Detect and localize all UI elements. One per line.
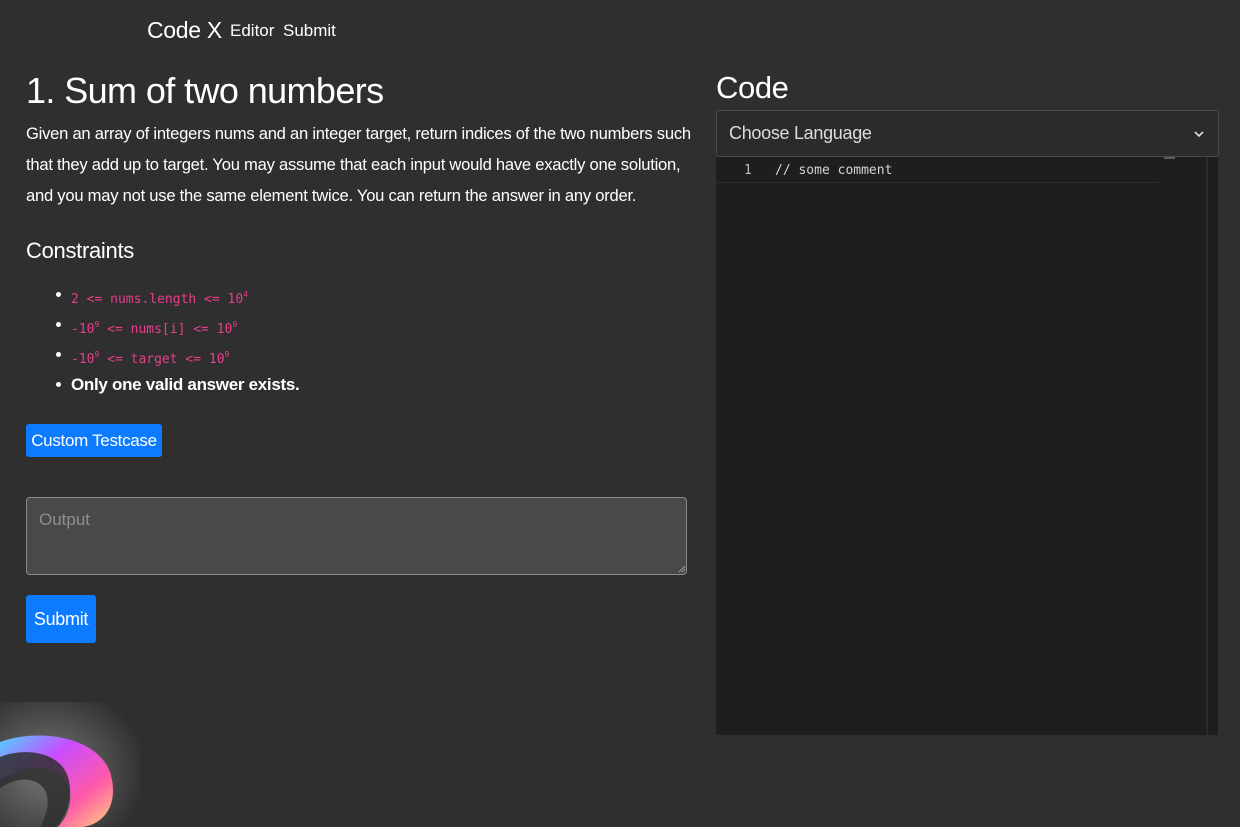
gradient-blob-icon <box>0 702 140 827</box>
code-editor[interactable]: 1 // some comment <box>716 157 1218 735</box>
constraint-item: 2 <= nums.length <= 104 <box>56 280 299 310</box>
nav-link-editor[interactable]: Editor <box>230 21 274 41</box>
constraint-exponent: 4 <box>243 290 249 299</box>
constraint-text: 2 <= nums.length <= 10 <box>71 292 244 307</box>
constraint-code: 2 <= nums.length <= 104 <box>71 290 249 307</box>
problem-description: Given an array of integers nums and an i… <box>26 124 691 205</box>
custom-testcase-button[interactable]: Custom Testcase <box>26 424 162 457</box>
constraint-text: -10 <box>71 322 95 337</box>
constraints-list: 2 <= nums.length <= 104 -10 9 <= nums[i] … <box>56 280 300 400</box>
constraint-exponent: 9 <box>232 320 238 329</box>
language-select[interactable]: Choose Language <box>716 110 1219 157</box>
submit-button[interactable]: Submit <box>26 595 96 643</box>
navbar: Code X Editor Submit <box>0 0 1240 64</box>
minimap-indicator[interactable] <box>1164 157 1175 159</box>
line-code[interactable]: // some comment <box>775 163 892 178</box>
editor-scrollbar[interactable] <box>1206 157 1208 735</box>
constraint-item: -109 <= nums[i] <= 109 <box>56 310 299 340</box>
nav-link-submit[interactable]: Submit <box>283 21 336 41</box>
constraint-exponent: 9 <box>224 350 230 359</box>
output-textarea[interactable] <box>26 497 687 575</box>
constraint-note: Only one valid answer exists. <box>71 375 300 394</box>
constraint-text: <= target <= 10 <box>99 352 225 367</box>
constraint-item: -109 <= target <= 109 <box>56 340 299 370</box>
chevron-down-icon <box>1194 131 1204 138</box>
constraint-code: -109 <= nums[i] <= 109 <box>71 320 238 337</box>
problem-title: 1. Sum of two numbers <box>26 70 384 111</box>
resize-grip-icon[interactable] <box>678 565 686 573</box>
code-heading: Code <box>716 70 789 105</box>
constraints-heading: Constraints <box>26 238 134 263</box>
language-select-value: Choose Language <box>729 123 872 143</box>
brand-logo-text[interactable]: Code X <box>147 17 222 44</box>
line-number: 1 <box>744 163 752 178</box>
constraint-code: -109 <= target <= 109 <box>71 350 230 367</box>
constraint-text: <= nums[i] <= 10 <box>99 322 233 337</box>
constraint-item: Only one valid answer exists. <box>56 370 300 400</box>
editor-line[interactable]: 1 // some comment <box>716 158 1158 183</box>
constraint-text: -10 <box>71 352 95 367</box>
